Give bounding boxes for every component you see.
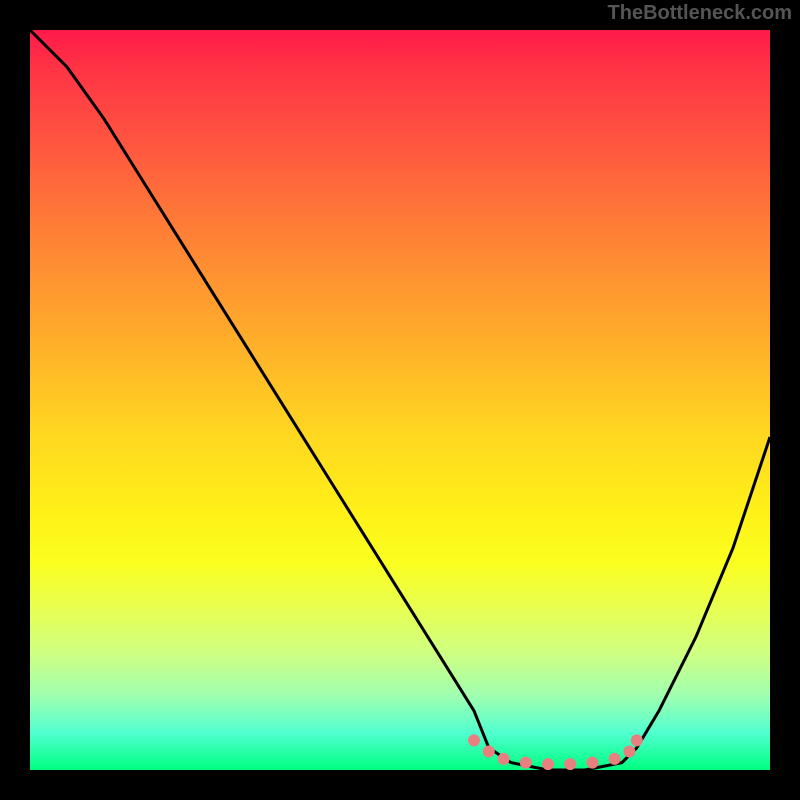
chart-dot xyxy=(631,734,643,746)
watermark-text: TheBottleneck.com xyxy=(608,2,792,25)
chart-dot xyxy=(542,758,554,770)
chart-dot xyxy=(586,757,598,769)
chart-dot xyxy=(498,753,510,765)
chart-line-series xyxy=(30,30,770,770)
chart-dot xyxy=(483,746,495,758)
chart-dot xyxy=(609,753,621,765)
chart-dot xyxy=(468,734,480,746)
chart-dot xyxy=(623,746,635,758)
chart-curve xyxy=(30,30,770,770)
chart-dot xyxy=(520,757,532,769)
chart-svg xyxy=(30,30,770,770)
chart-dot xyxy=(564,758,576,770)
chart-plot-area xyxy=(30,30,770,770)
